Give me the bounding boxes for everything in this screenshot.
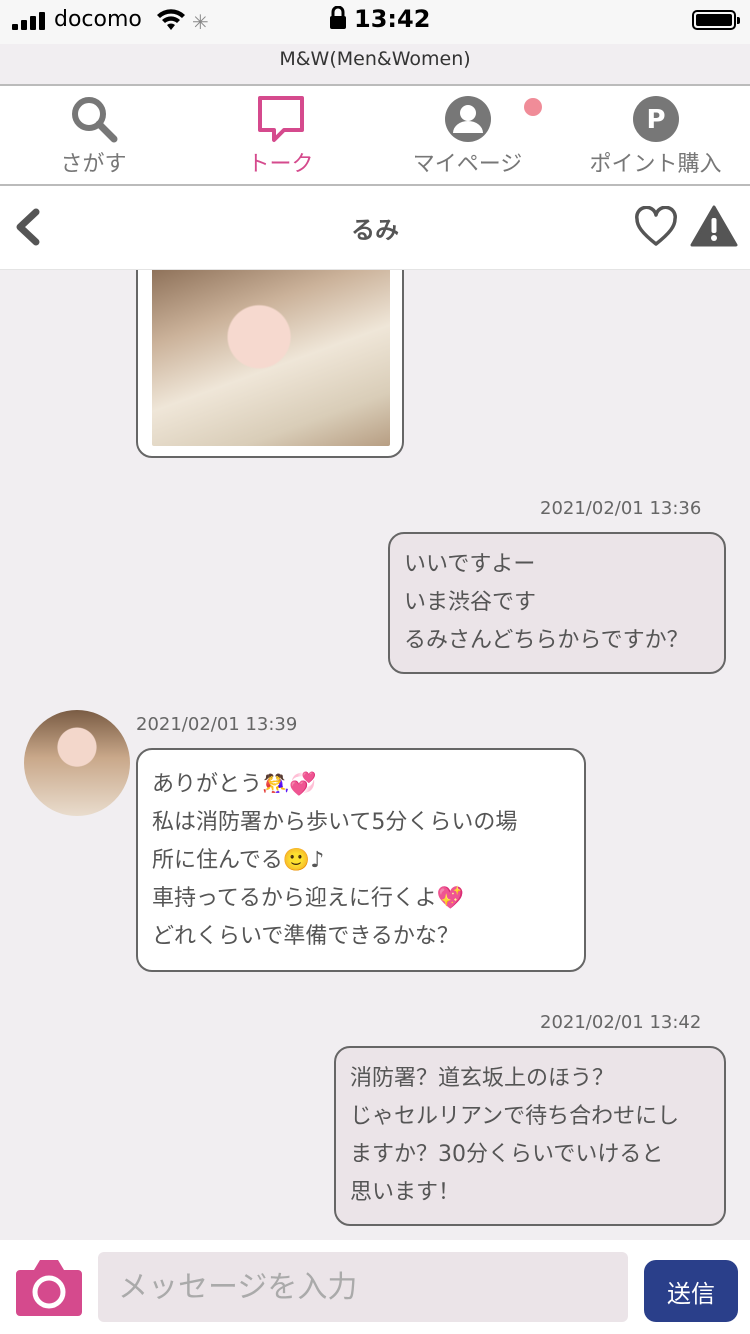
chat-messages[interactable]: 2021/02/01 13:36 いいですよー いま渋谷です るみさんどちらから… bbox=[0, 270, 750, 1240]
signal-icon bbox=[12, 12, 48, 30]
chat-header: るみ bbox=[0, 186, 750, 270]
message-composer: 送信 bbox=[0, 1240, 750, 1334]
nav-search[interactable]: さがす bbox=[0, 86, 187, 186]
site-title: M&W(Men&Women) bbox=[279, 48, 471, 70]
partner-message-bubble: ありがとう🤼‍♀️💞 私は消防署から歩いて5分くらいの場 所に住んでる🙂♪ 車持… bbox=[136, 748, 586, 972]
message-time: 2021/02/01 13:39 bbox=[136, 714, 298, 735]
battery-icon bbox=[692, 10, 740, 30]
warning-icon[interactable] bbox=[690, 204, 738, 248]
svg-text:P: P bbox=[646, 105, 665, 135]
message-line: 思います！ bbox=[350, 1180, 461, 1205]
points-icon: P bbox=[632, 96, 679, 142]
message-line: じゃセルリアンで待ち合わせにし bbox=[350, 1104, 680, 1129]
carrier-name: docomo bbox=[54, 7, 142, 32]
lock-icon bbox=[330, 6, 346, 29]
message-line: るみさんどちらからですか？ bbox=[404, 628, 689, 653]
user-icon bbox=[444, 96, 491, 142]
notification-badge bbox=[524, 98, 542, 116]
message-line: 消防署？道玄坂上のほう？ bbox=[350, 1066, 615, 1091]
my-message-bubble: 消防署？道玄坂上のほう？ じゃセルリアンで待ち合わせにし ますか？30分くらいで… bbox=[334, 1046, 726, 1226]
wifi-icon bbox=[157, 9, 185, 30]
message-line: いいですよー bbox=[404, 552, 536, 577]
nav-mypage-label: マイページ bbox=[412, 152, 523, 177]
clock: 13:42 bbox=[354, 5, 431, 33]
message-line: 私は消防署から歩いて5分くらいの場 bbox=[152, 810, 518, 835]
my-message-bubble: いいですよー いま渋谷です るみさんどちらからですか？ bbox=[388, 532, 726, 674]
message-input[interactable] bbox=[98, 1252, 628, 1322]
top-nav: さがす トーク マイページ P ポイント購入 bbox=[0, 84, 750, 186]
message-line: どれくらいで準備できるかな？ bbox=[152, 924, 459, 949]
send-button[interactable]: 送信 bbox=[644, 1260, 738, 1322]
message-line: 所に住んでる🙂♪ bbox=[152, 848, 325, 873]
nav-talk[interactable]: トーク bbox=[187, 86, 374, 186]
search-icon bbox=[71, 97, 117, 143]
message-time: 2021/02/01 13:42 bbox=[540, 1012, 702, 1033]
nav-talk-label: トーク bbox=[247, 152, 314, 177]
nav-points-label: ポイント購入 bbox=[589, 152, 722, 177]
message-time: 2021/02/01 13:36 bbox=[540, 498, 702, 519]
chat-icon bbox=[257, 96, 304, 142]
nav-search-label: さがす bbox=[60, 152, 127, 177]
message-line: ありがとう🤼‍♀️💞 bbox=[152, 772, 317, 797]
loading-spinner-icon: ✳ bbox=[192, 10, 209, 34]
shared-photo-card[interactable] bbox=[136, 270, 404, 458]
message-line: いま渋谷です bbox=[404, 590, 537, 615]
nav-points[interactable]: P ポイント購入 bbox=[562, 86, 749, 186]
message-line: ますか？30分くらいでいけると bbox=[350, 1142, 664, 1167]
message-line: 車持ってるから迎えに行くよ💖 bbox=[152, 886, 465, 911]
partner-avatar[interactable] bbox=[24, 710, 130, 816]
status-bar: docomo ✳ 13:42 bbox=[0, 0, 750, 44]
camera-icon[interactable] bbox=[14, 1256, 84, 1318]
heart-icon[interactable] bbox=[634, 206, 678, 248]
shared-photo bbox=[152, 270, 390, 446]
